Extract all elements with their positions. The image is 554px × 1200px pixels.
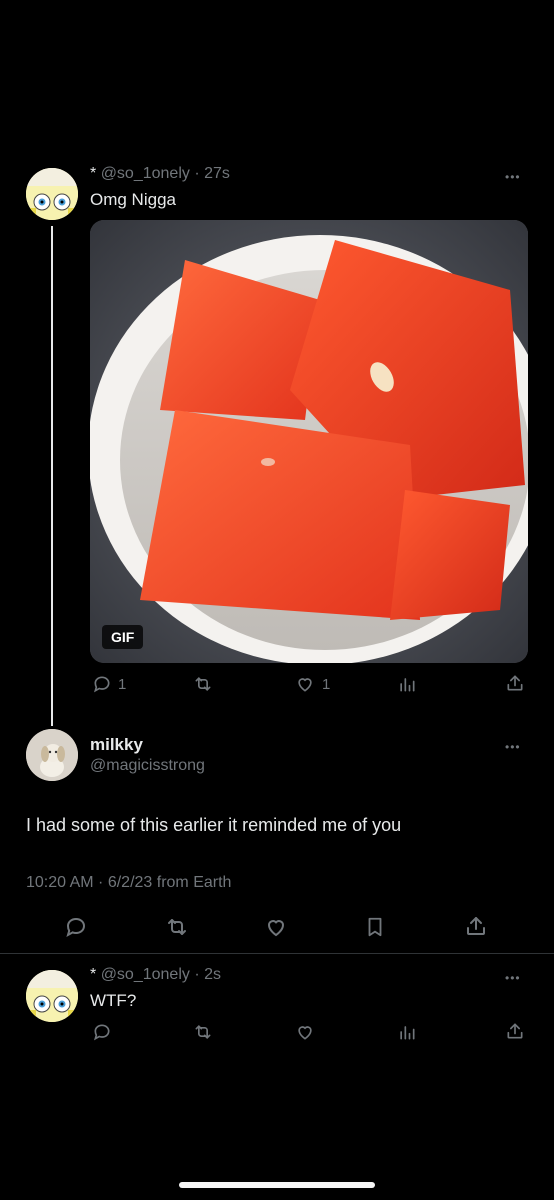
tweet3-header: * @so_1onely · 2s (90, 966, 222, 983)
tweet1-like-button[interactable]: 1 (294, 674, 330, 694)
tweet1-more-icon[interactable]: ••• (505, 171, 521, 183)
tweet3-views-button[interactable] (397, 1022, 417, 1042)
avatar-milkky[interactable] (26, 729, 78, 781)
tweet1-retweet-button[interactable] (192, 674, 214, 694)
tweet3-reply-button[interactable] (92, 1022, 112, 1042)
tweet1-share-button[interactable] (505, 672, 525, 694)
avatar-so-1onely[interactable] (26, 168, 78, 220)
tweet3-handle[interactable]: @so_1onely (101, 966, 190, 983)
spongebob-avatar-image (26, 168, 78, 220)
tweet2-reply-button[interactable] (64, 915, 88, 939)
tweet3-text: WTF? (90, 991, 137, 1010)
views-icon (400, 1026, 415, 1040)
tweet2-bookmark-button[interactable] (364, 915, 386, 939)
tweet1-like-count: 1 (322, 675, 331, 693)
spongebob-avatar-image (26, 970, 78, 1022)
views-icon (400, 678, 415, 692)
tweet2-meta: 10:20 AM · 6/2/23 from Earth (26, 874, 232, 891)
heart-icon (267, 920, 285, 937)
retweet-icon (168, 919, 186, 935)
reply-icon (93, 676, 110, 693)
tweet2-like-button[interactable] (263, 915, 289, 939)
bookmark-icon (368, 917, 382, 937)
tweet3-time[interactable]: 2s (204, 966, 221, 983)
share-icon (467, 917, 485, 935)
tweet2-retweet-button[interactable] (164, 915, 190, 939)
tweet1-views-button[interactable] (397, 674, 417, 694)
share-icon (507, 675, 523, 691)
tweet2-share-button[interactable] (464, 913, 488, 939)
tweet3-retweet-button[interactable] (192, 1022, 214, 1042)
share-icon (507, 1023, 523, 1039)
tweet3-share-button[interactable] (505, 1020, 525, 1042)
reply-icon (93, 1024, 110, 1041)
tweet1-reply-count: 1 (118, 675, 127, 693)
puppy-avatar-image (26, 729, 78, 781)
retweet-icon (195, 1025, 211, 1039)
gif-badge: GIF (102, 625, 144, 649)
tweet2-text: I had some of this earlier it reminded m… (26, 815, 402, 835)
watermelon-gif-image (90, 220, 528, 663)
tweet2-display-name[interactable]: milkky (90, 735, 143, 755)
divider (0, 953, 554, 954)
heart-icon (298, 678, 312, 692)
avatar-so-1onely[interactable] (26, 970, 78, 1022)
retweet-icon (195, 677, 211, 691)
asterisk: * (90, 165, 97, 182)
tweet2-handle[interactable]: @magicisstrong (90, 757, 205, 775)
asterisk: * (90, 966, 97, 983)
heart-icon (298, 1026, 312, 1040)
tweet2-more-icon[interactable]: ••• (505, 741, 521, 753)
tweet1-gif[interactable]: GIF (90, 220, 528, 663)
tweet1-text: Omg Nigga (90, 190, 176, 209)
tweet3-like-button[interactable] (294, 1022, 316, 1042)
tweet3-more-icon[interactable]: ••• (505, 972, 521, 984)
tweet1-reply-button[interactable]: 1 (92, 674, 126, 694)
tweet1-handle[interactable]: @so_1onely (101, 165, 190, 182)
home-indicator[interactable] (179, 1182, 375, 1188)
thread-line (51, 226, 53, 726)
tweet1-header: * @so_1onely · 27s (90, 165, 230, 182)
tweet1-time[interactable]: 27s (204, 165, 230, 182)
reply-icon (66, 917, 86, 938)
